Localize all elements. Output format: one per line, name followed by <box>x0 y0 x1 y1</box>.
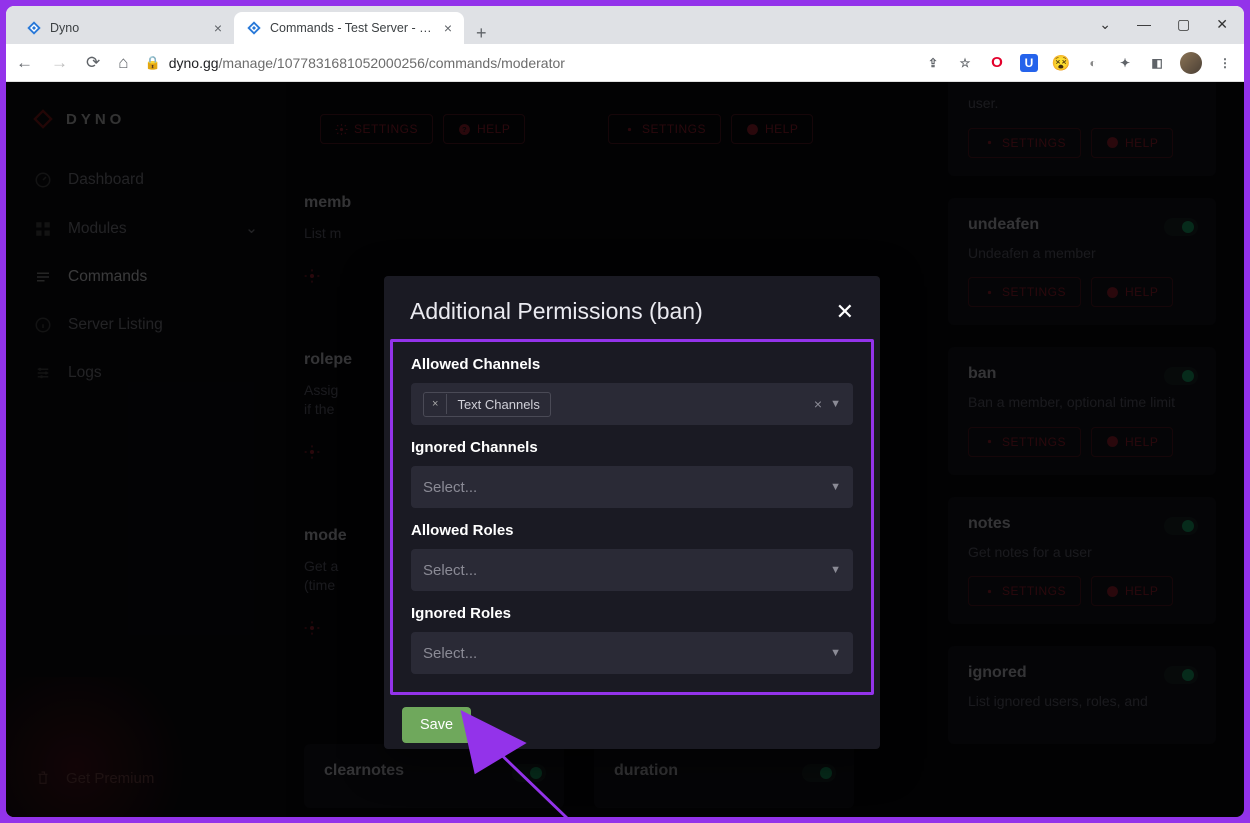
allowed-roles-label: Allowed Roles <box>411 522 853 539</box>
kebab-menu-icon[interactable]: ⋮ <box>1216 54 1234 72</box>
save-button[interactable]: Save <box>402 707 471 743</box>
browser-actions: ⇪ ☆ O U 😵 ◐ ✦ ◧ ⋮ <box>924 52 1234 74</box>
extensions-menu-icon[interactable]: ✦ <box>1116 54 1134 72</box>
url-input[interactable]: 🔒 dyno.gg/manage/1077831681052000256/com… <box>141 55 912 71</box>
new-tab-button[interactable]: + <box>464 23 499 44</box>
share-icon[interactable]: ⇪ <box>924 54 942 72</box>
home-icon[interactable]: ⌂ <box>118 53 128 73</box>
tab-title: Dyno <box>50 21 206 35</box>
modal-title: Additional Permissions (ban) <box>410 298 703 325</box>
extension-icon[interactable]: ◐ <box>1084 54 1102 72</box>
opera-extension-icon[interactable]: O <box>988 54 1006 72</box>
dyno-favicon-icon <box>26 20 42 36</box>
chevron-down-icon[interactable]: ▼ <box>830 647 841 659</box>
ignored-channels-select[interactable]: Select... ▼ <box>411 466 853 508</box>
dyno-favicon-icon <box>246 20 262 36</box>
chip-label: Text Channels <box>447 393 549 416</box>
forward-icon: → <box>51 53 68 73</box>
sidepanel-icon[interactable]: ◧ <box>1148 54 1166 72</box>
window-dropdown-icon[interactable]: ⌄ <box>1099 16 1111 33</box>
bookmark-icon[interactable]: ☆ <box>956 54 974 72</box>
allowed-roles-select[interactable]: Select... ▼ <box>411 549 853 591</box>
reload-icon[interactable]: ⟳ <box>86 53 100 73</box>
tab-close-icon[interactable]: × <box>444 20 452 36</box>
tab-dyno[interactable]: Dyno × <box>14 12 234 44</box>
tab-title: Commands - Test Server - Dyno <box>270 21 436 35</box>
window-minimize-icon[interactable]: — <box>1137 16 1151 33</box>
extension-icon[interactable]: 😵 <box>1052 54 1070 72</box>
window-controls: ⌄ — ▢ ✕ <box>1099 16 1228 33</box>
chevron-down-icon[interactable]: ▼ <box>830 564 841 576</box>
allowed-channels-select[interactable]: × Text Channels × ▼ <box>411 383 853 425</box>
select-placeholder: Select... <box>423 479 477 496</box>
select-placeholder: Select... <box>423 562 477 579</box>
chevron-down-icon[interactable]: ▼ <box>830 398 841 410</box>
tab-commands[interactable]: Commands - Test Server - Dyno × <box>234 12 464 44</box>
ignored-channels-label: Ignored Channels <box>411 439 853 456</box>
ignored-roles-select[interactable]: Select... ▼ <box>411 632 853 674</box>
close-icon[interactable]: ✕ <box>836 299 854 325</box>
tab-strip: Dyno × Commands - Test Server - Dyno × + <box>6 6 1244 44</box>
select-placeholder: Select... <box>423 645 477 662</box>
extension-ublock-icon[interactable]: U <box>1020 54 1038 72</box>
allowed-channels-label: Allowed Channels <box>411 356 853 373</box>
window-maximize-icon[interactable]: ▢ <box>1177 16 1190 33</box>
additional-permissions-modal: Additional Permissions (ban) ✕ Allowed C… <box>384 276 880 749</box>
ignored-roles-label: Ignored Roles <box>411 605 853 622</box>
address-bar: ← → ⟳ ⌂ 🔒 dyno.gg/manage/107783168105200… <box>6 44 1244 82</box>
profile-avatar[interactable] <box>1180 52 1202 74</box>
window-close-icon[interactable]: ✕ <box>1216 16 1228 33</box>
back-icon[interactable]: ← <box>16 53 33 73</box>
lock-icon: 🔒 <box>145 55 161 71</box>
url-domain: dyno.gg <box>169 55 219 71</box>
modal-body: Allowed Channels × Text Channels × ▼ Ign… <box>390 339 874 695</box>
channel-chip: × Text Channels <box>423 392 551 417</box>
tab-close-icon[interactable]: × <box>214 20 222 36</box>
url-path: /manage/1077831681052000256/commands/mod… <box>219 55 565 71</box>
chevron-down-icon[interactable]: ▼ <box>830 481 841 493</box>
clear-all-icon[interactable]: × <box>814 396 822 412</box>
chip-remove-icon[interactable]: × <box>424 394 447 414</box>
